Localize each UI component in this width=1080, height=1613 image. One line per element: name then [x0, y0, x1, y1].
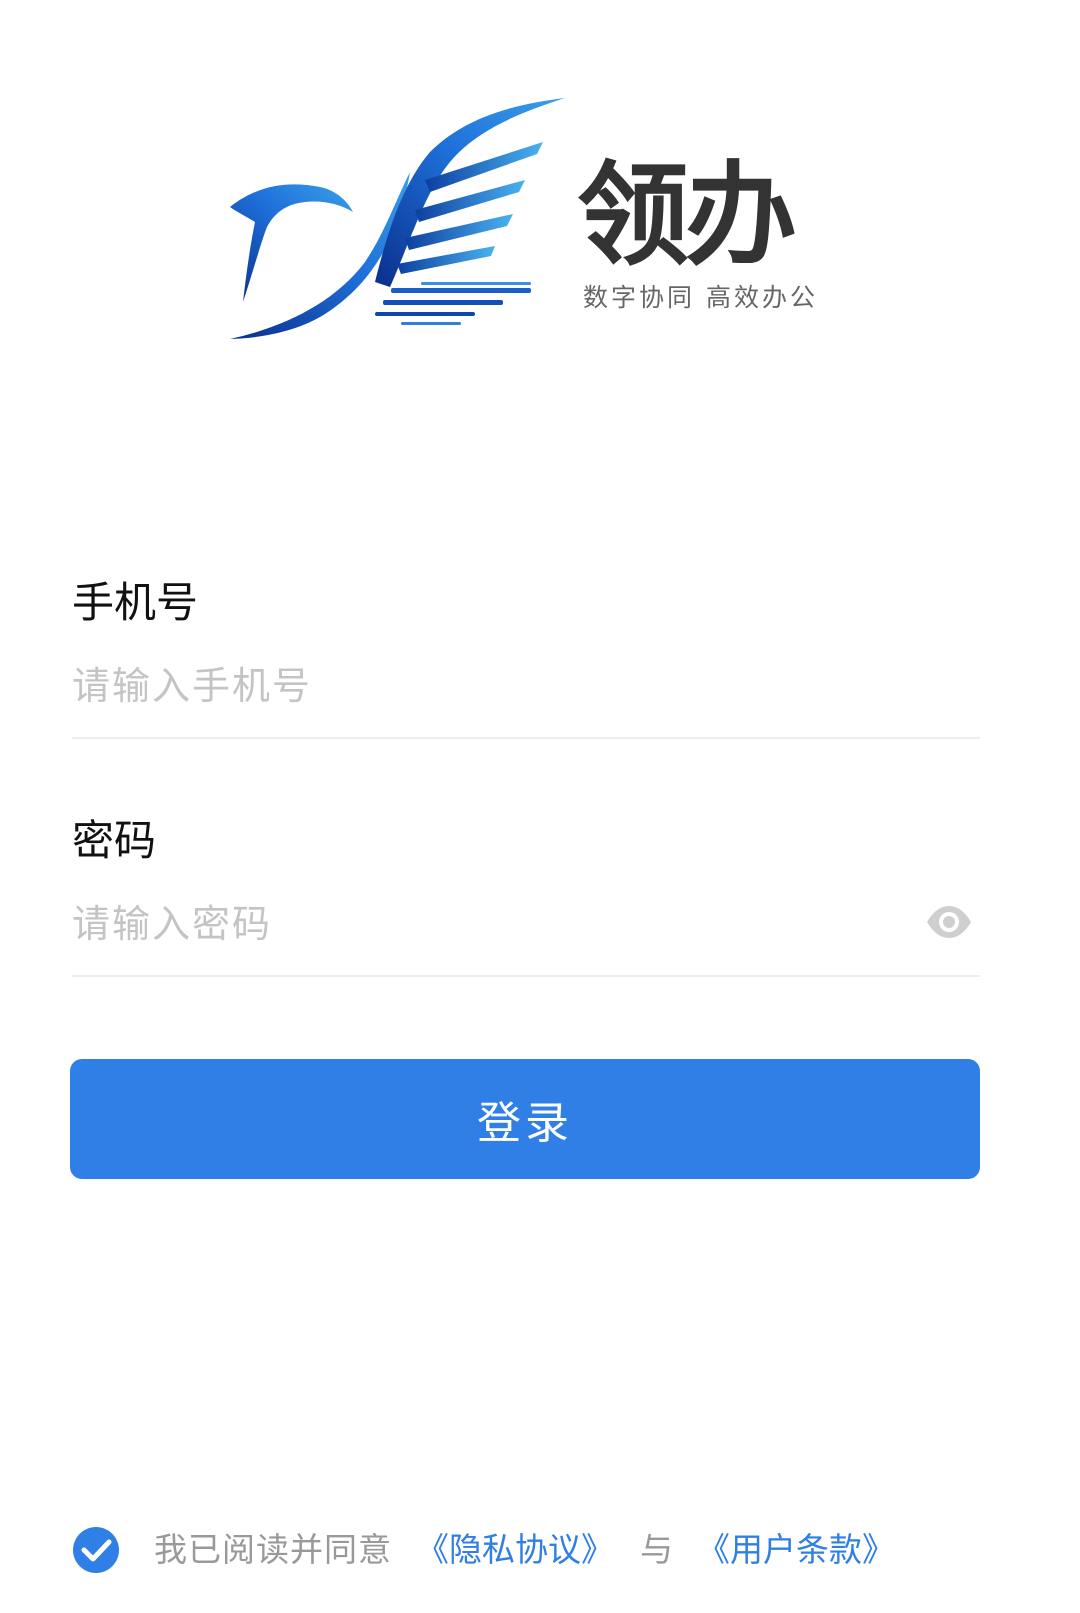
agreement-and-text: 与 [640, 1530, 673, 1569]
password-label: 密码 [72, 816, 157, 865]
bird-wing-logo-icon [230, 98, 565, 339]
phone-label: 手机号 [72, 578, 199, 627]
eye-icon[interactable] [924, 904, 974, 940]
agreement-row: 我已阅读并同意 《隐私协议》 与 《用户条款》 [72, 1524, 895, 1576]
brand-tagline: 数字协同 高效办公 [583, 283, 818, 312]
brand-name: 领办 [577, 151, 797, 281]
check-circle-icon[interactable] [72, 1526, 120, 1574]
password-divider [72, 975, 980, 977]
agreement-text: 我已阅读并同意 [154, 1530, 392, 1569]
privacy-policy-link[interactable]: 《隐私协议》 [416, 1524, 614, 1576]
phone-input[interactable] [72, 654, 980, 718]
login-button[interactable]: 登录 [70, 1059, 980, 1179]
user-terms-link[interactable]: 《用户条款》 [697, 1524, 895, 1576]
password-input[interactable] [72, 892, 912, 956]
phone-divider [72, 737, 980, 739]
app-logo: 领办 数字协同 高效办公 [225, 92, 865, 362]
